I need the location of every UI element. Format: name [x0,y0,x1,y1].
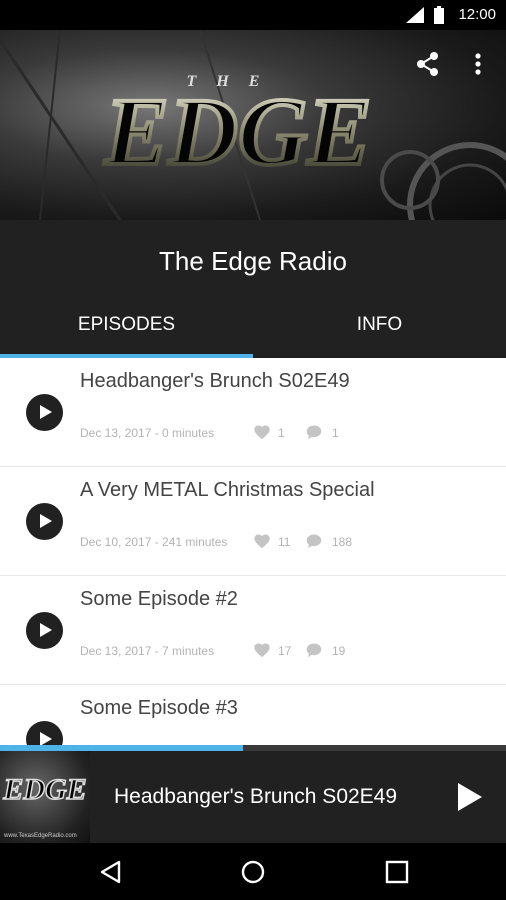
svg-text:EDGE: EDGE [104,78,372,184]
tab-info[interactable]: INFO [253,300,506,358]
comments-count: 188 [332,535,353,549]
play-icon[interactable] [26,394,63,431]
share-icon[interactable] [412,48,444,80]
artwork-caption: www.TexasEdgeRadio.com [4,833,77,839]
comments-count: 19 [332,644,346,658]
recents-icon[interactable] [384,859,410,885]
more-vert-icon[interactable] [462,48,494,80]
heart-icon[interactable] [253,424,271,440]
heart-icon[interactable] [253,533,271,549]
episode-title: A Very METAL Christmas Special [80,479,375,501]
tab-bar: EPISODES INFO [0,300,506,358]
episode-meta: Dec 13, 2017 - 0 minutes [80,426,215,440]
svg-text:EDGE: EDGE [2,773,86,806]
signal-icon [406,7,424,23]
mini-player[interactable]: EDGE www.TexasEdgeRadio.com Headbanger's… [0,751,506,843]
status-time: 12:00 [458,6,496,23]
page-title: The Edge Radio [159,246,347,276]
heart-icon[interactable] [253,642,271,658]
comment-icon[interactable] [305,533,323,549]
comment-icon[interactable] [305,424,323,440]
likes-count: 11 [278,535,291,549]
episode-title: Headbanger's Brunch S02E49 [80,370,350,392]
edge-logo: THE EDGE [18,64,458,187]
home-icon[interactable] [240,859,266,885]
list-item[interactable]: Some Episode #2 Dec 13, 2017 - 7 minutes… [0,576,506,685]
episode-meta: Dec 10, 2017 - 241 minutes [80,535,228,549]
likes-count: 1 [278,426,285,440]
list-item[interactable]: Headbanger's Brunch S02E49 Dec 13, 2017 … [0,358,506,467]
back-icon[interactable] [98,859,124,885]
system-nav-bar [0,843,506,900]
now-playing-artwork: EDGE www.TexasEdgeRadio.com [0,751,90,843]
podcast-cover-image: THE EDGE [0,30,506,220]
comments-count: 1 [332,426,339,440]
play-icon[interactable] [454,781,484,813]
tab-episodes[interactable]: EPISODES [0,300,253,358]
status-bar: 12:00 [0,0,506,30]
episode-meta: Dec 13, 2017 - 7 minutes [80,644,215,658]
likes-count: 17 [278,644,292,658]
episode-title: Some Episode #3 [80,697,238,719]
now-playing-title: Headbanger's Brunch S02E49 [114,785,398,808]
play-icon[interactable] [26,612,63,649]
list-item[interactable]: Some Episode #3 [0,685,506,754]
play-icon[interactable] [26,503,63,540]
episode-list[interactable]: Headbanger's Brunch S02E49 Dec 13, 2017 … [0,358,506,754]
title-area: The Edge Radio [0,220,506,300]
episode-title: Some Episode #2 [80,588,238,610]
comment-icon[interactable] [305,642,323,658]
list-item[interactable]: A Very METAL Christmas Special Dec 10, 2… [0,467,506,576]
battery-icon [434,6,444,24]
